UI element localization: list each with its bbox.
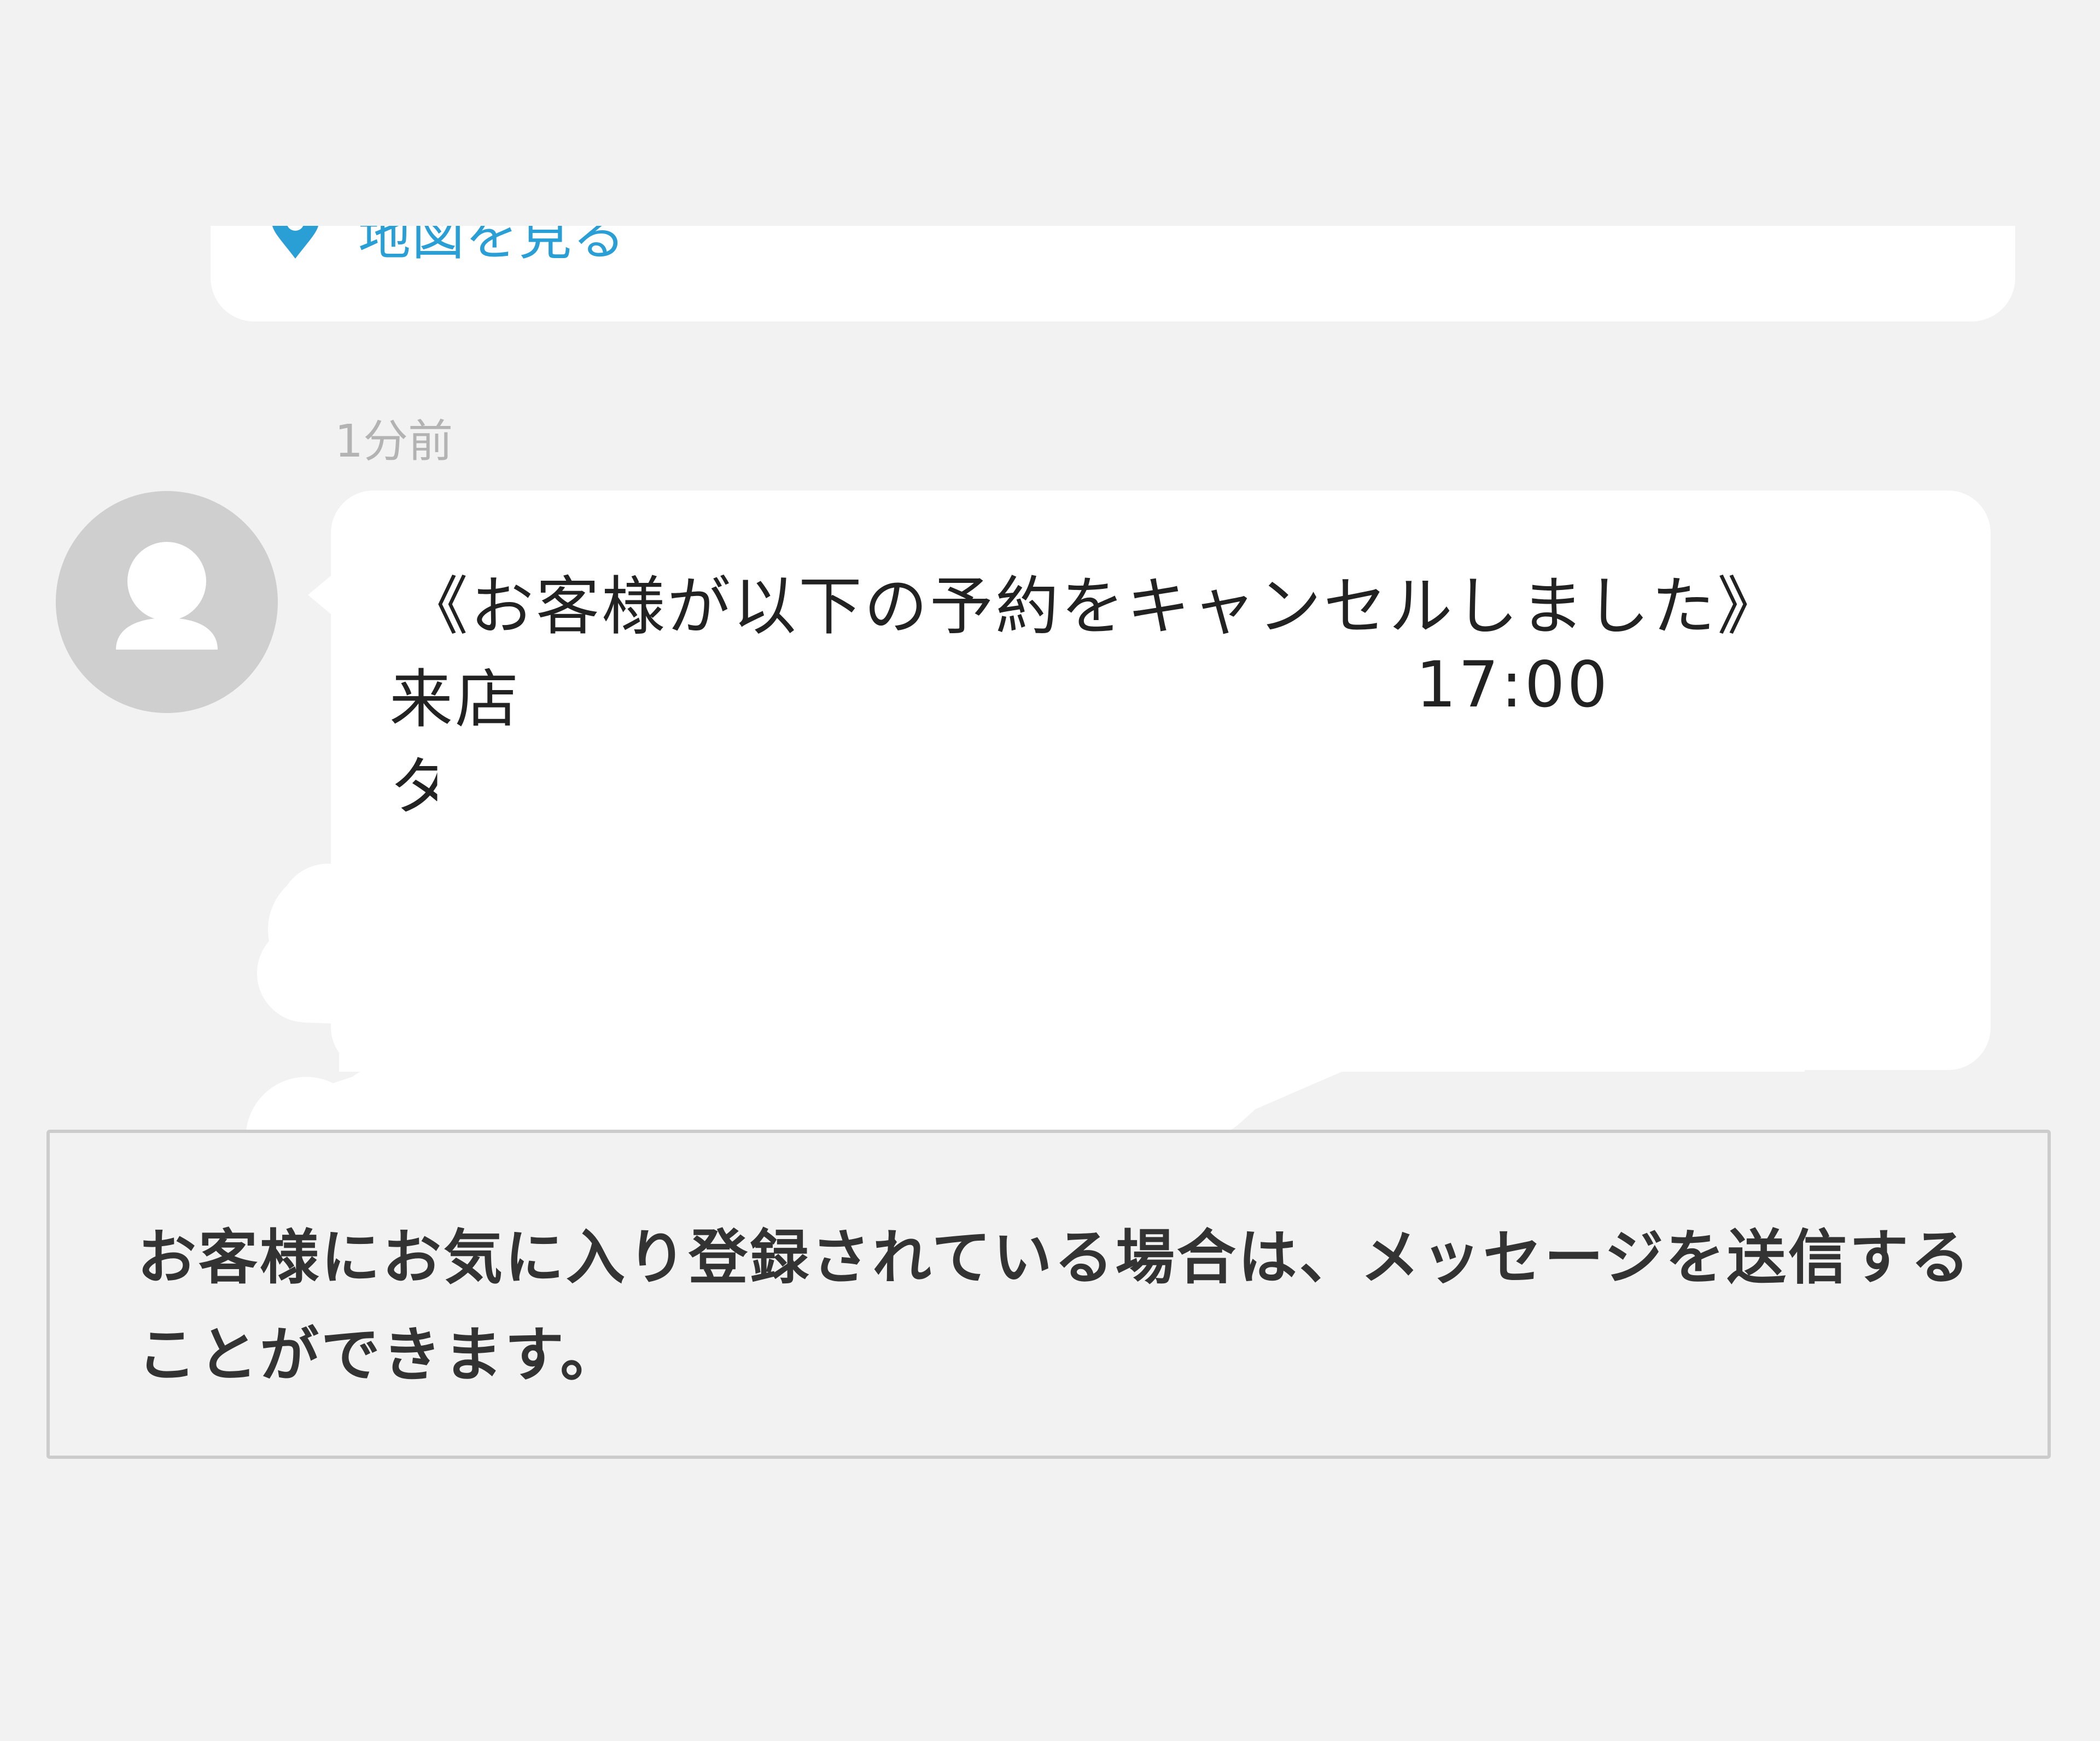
view-map-label: 地図を見る xyxy=(358,226,626,267)
message-timestamp: 1分前 xyxy=(335,416,453,468)
message-bubble-tail xyxy=(308,573,334,617)
map-card: 地図を見る xyxy=(211,226,2015,322)
message-visit-line: 来店 17:00 xyxy=(389,648,1607,740)
message-cancel-title: 《お客様が以下の予約をキャンセルしました》 xyxy=(405,570,1783,644)
favorite-notice-text: お客様にお気に入り登録されている場合は、メッセージを送信することができます。 xyxy=(137,1224,1972,1389)
message-line-3: タ xyxy=(389,750,455,824)
favorite-notice-box: お客様にお気に入り登録されている場合は、メッセージを送信することができます。 xyxy=(46,1130,2051,1459)
message-visit-label: 来店 xyxy=(389,663,521,737)
map-pin-icon xyxy=(265,226,325,261)
message-visit-time: 17:00 xyxy=(1416,648,1610,722)
user-avatar-icon xyxy=(56,491,278,713)
view-map-link[interactable]: 地図を見る xyxy=(265,226,626,270)
